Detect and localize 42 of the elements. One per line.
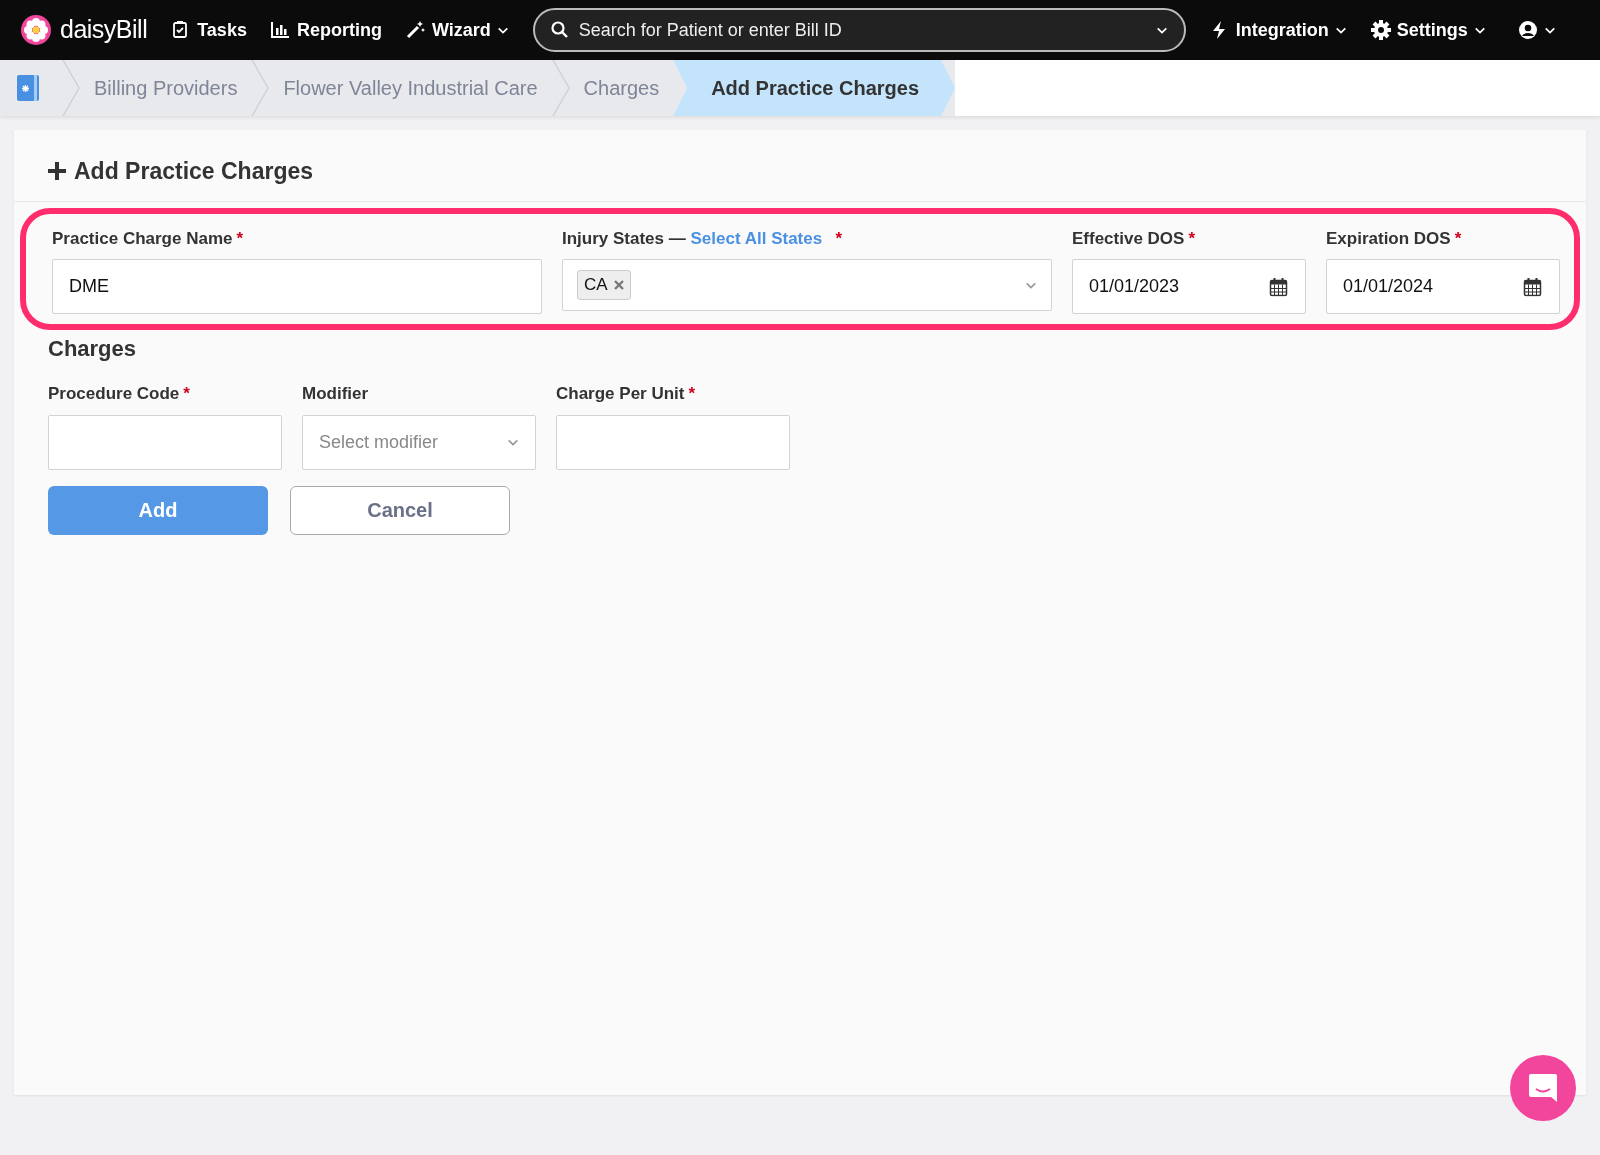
field-label: Practice Charge Name * — [52, 227, 245, 250]
input-field[interactable] — [556, 414, 790, 470]
user-menu-button[interactable] — [1517, 20, 1556, 40]
state-tag: CA — [577, 270, 631, 300]
breadcrumb-item[interactable]: Add Practice Charges — [673, 60, 956, 116]
field-label: Modifier — [302, 383, 370, 405]
field-label: Procedure Code * — [48, 383, 191, 405]
input-field[interactable]: DME — [52, 259, 542, 314]
field-label: Effective DOS * — [1072, 227, 1197, 250]
field-label: Charge Per Unit * — [556, 383, 697, 405]
medical-folder-icon — [16, 74, 40, 102]
search-field[interactable]: Search for Patient or enter Bill ID — [532, 8, 1186, 52]
calendar-icon — [1269, 277, 1288, 296]
multiselect-field[interactable]: CA — [562, 259, 1052, 311]
breadcrumb-separator-icon — [551, 60, 570, 116]
card-title: Add Practice Charges — [74, 157, 314, 186]
remove-icon — [613, 280, 624, 290]
bar-chart-icon — [270, 20, 291, 40]
breadcrumb-separator-icon — [62, 60, 80, 116]
flower-logo-icon — [20, 14, 52, 46]
section-title: Charges — [47, 335, 138, 363]
magic-wand-icon — [405, 20, 426, 40]
cancel-button[interactable]: Cancel — [290, 485, 510, 535]
nav-link[interactable]: Wizard — [405, 16, 509, 44]
input-field[interactable] — [48, 414, 282, 470]
user-icon — [1517, 20, 1538, 40]
nav-link[interactable]: Reporting — [270, 16, 382, 44]
field-label: Expiration DOS * — [1326, 227, 1463, 250]
search-icon — [550, 21, 569, 39]
brand-name: daisyBill — [60, 14, 148, 46]
chat-bubble-icon — [1528, 1073, 1558, 1103]
nav-link[interactable]: Tasks — [171, 16, 247, 44]
plus-icon — [48, 162, 66, 181]
modifier-dropdown[interactable]: Select modifier — [302, 414, 536, 470]
date-field[interactable]: 01/01/2024 — [1326, 259, 1560, 314]
breadcrumb-separator-icon — [251, 60, 270, 116]
date-field[interactable]: 01/01/2023 — [1072, 259, 1306, 314]
nav-link[interactable]: Settings — [1370, 16, 1486, 44]
field-label: Injury States — Select All States * — [562, 227, 844, 250]
settings-icon — [1370, 20, 1391, 40]
nav-link[interactable]: Integration — [1209, 16, 1347, 44]
calendar-icon — [1523, 277, 1542, 296]
